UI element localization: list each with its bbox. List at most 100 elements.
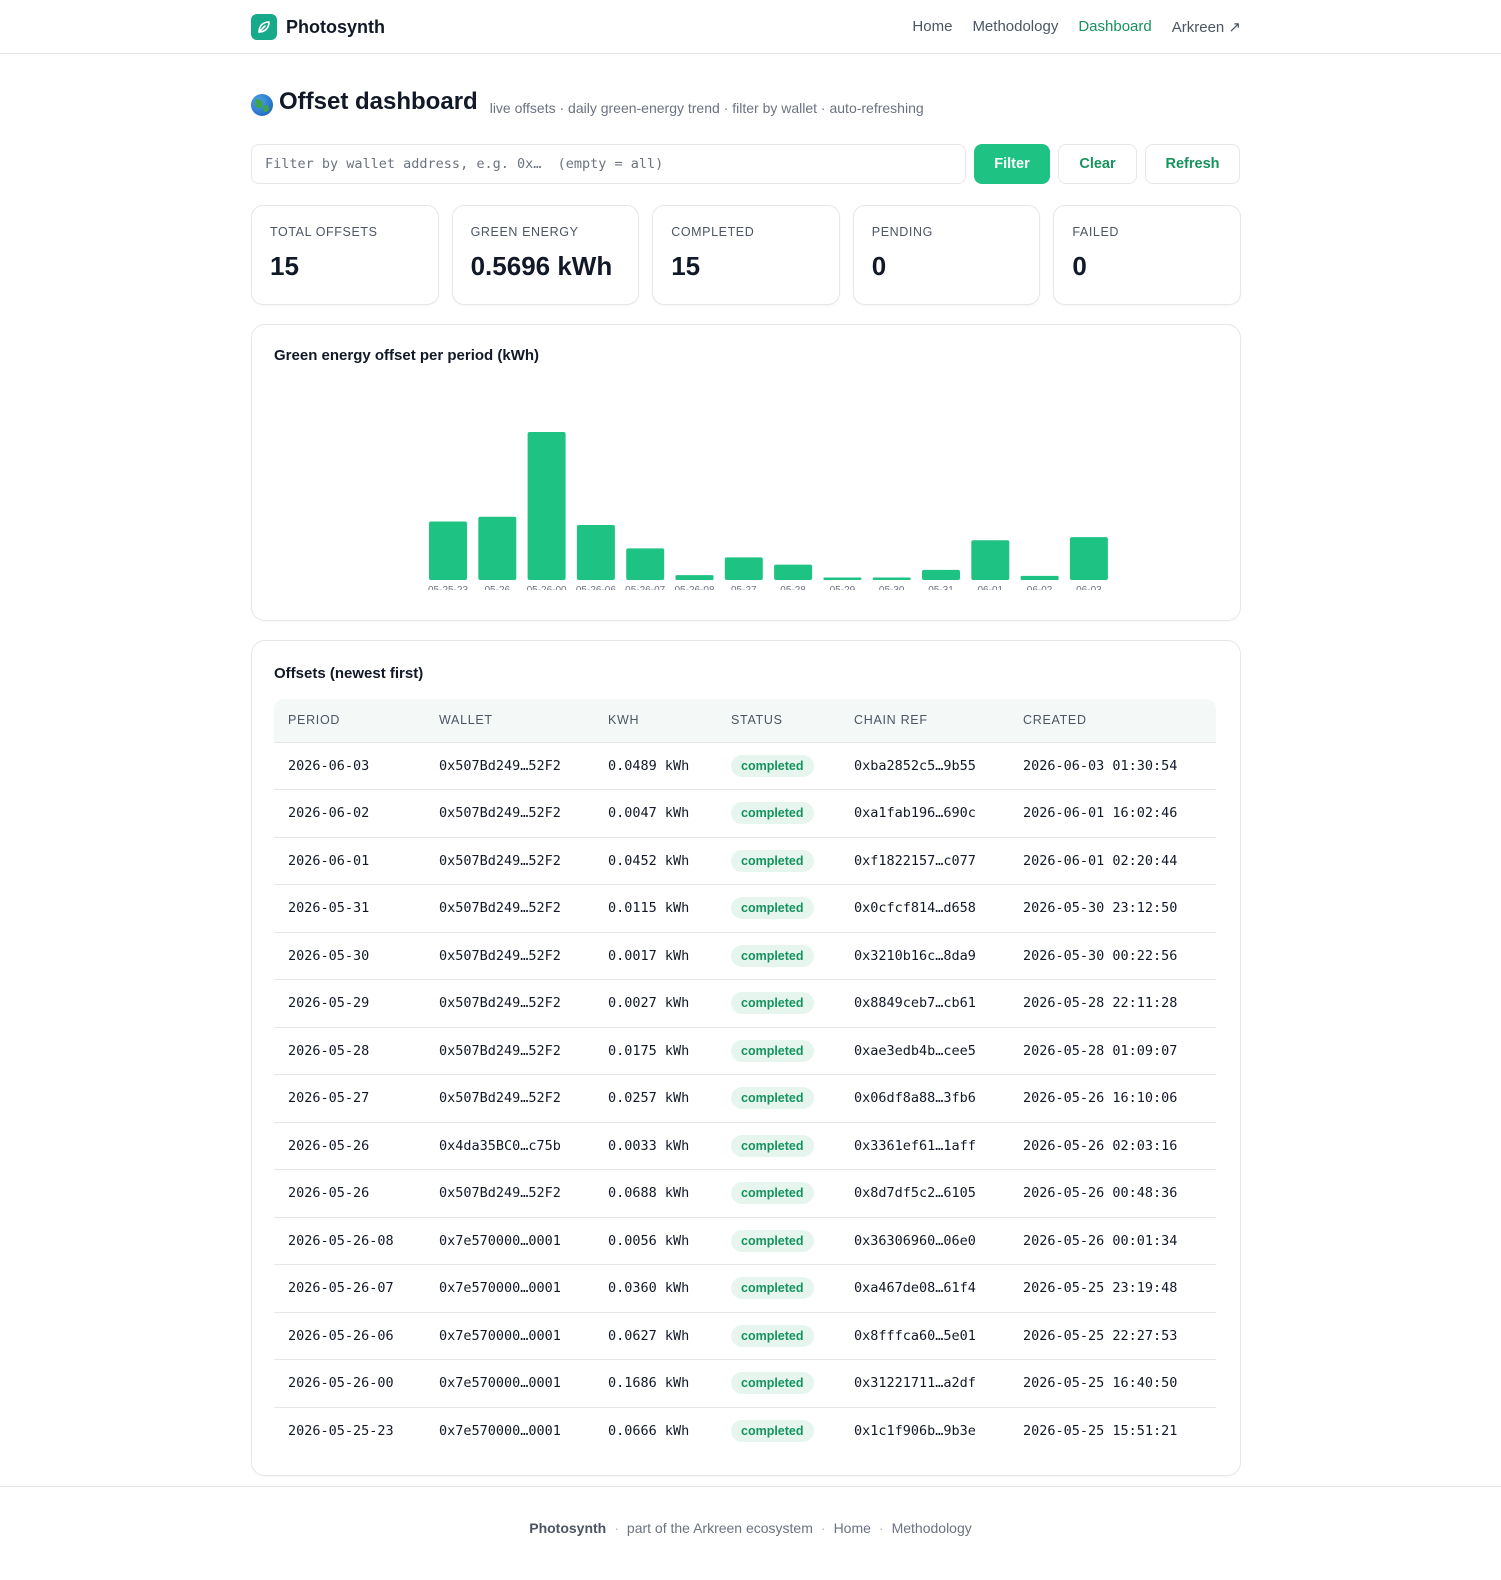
table-row: 2026-05-30 0x507Bd249…52F2 0.0017 kWh compl…	[274, 931, 1216, 980]
cell-chain-ref: 0x3210b16c…8da9	[840, 931, 1009, 980]
cell-status: completed	[717, 979, 840, 1027]
cell-status: completed	[717, 1406, 840, 1455]
nav-item-methodology[interactable]: Methodology	[972, 18, 1058, 36]
refresh-button[interactable]: Refresh	[1145, 144, 1240, 184]
stat-label: FAILED	[1072, 225, 1120, 239]
column-header-created: CREATED	[1023, 713, 1087, 728]
footer-brand: Photosynth	[529, 1520, 607, 1536]
table-header-row: PERIOD WALLET KWH STATUS CHAIN REF CREAT…	[274, 699, 1216, 742]
brand[interactable]: Photosynth	[251, 14, 385, 40]
cell-wallet: 0x507Bd249…52F2	[425, 741, 594, 790]
status-badge: completed	[731, 1134, 814, 1157]
chart-bar	[1020, 575, 1059, 580]
cell-chain-ref: 0xa467de08…61f4	[840, 1264, 1009, 1312]
cell-kwh: 0.0257 kWh	[594, 1074, 717, 1122]
chart-tick-label: 06-01	[978, 585, 1004, 590]
stat-value: 0	[871, 251, 887, 281]
cell-period: 2026-06-01	[274, 836, 425, 885]
cell-chain-ref: 0xba2852c5…9b55	[840, 741, 1009, 790]
stat-card-failed: FAILED 0	[1053, 205, 1241, 305]
cell-period: 2026-05-26-00	[274, 1359, 425, 1407]
footer-link-home[interactable]: Home	[834, 1520, 871, 1580]
chart-tick-label: 05-30	[879, 585, 905, 590]
filter-button[interactable]: Filter	[974, 144, 1050, 184]
cell-status: completed	[717, 741, 840, 790]
nav-item-dashboard[interactable]: Dashboard	[1078, 18, 1151, 36]
cell-created: 2026-06-01 16:02:46	[1009, 789, 1216, 837]
footer-tagline: part of the Arkreen ecosystem	[626, 1520, 813, 1536]
bar-chart: 05-25-23 05-26 05-26-00 05-26-06 05-26-07 05-…	[428, 432, 1108, 590]
cell-period: 2026-05-26-07	[274, 1264, 425, 1312]
table-row: 2026-06-01 0x507Bd249…52F2 0.0452 kWh compl…	[274, 836, 1216, 885]
status-badge: completed	[731, 1229, 814, 1252]
nav-item-arkreen[interactable]: Arkreen ↗	[1172, 18, 1241, 36]
chart-tick-label: 06-03	[1076, 585, 1102, 590]
cell-chain-ref: 0x31221711…a2df	[840, 1359, 1009, 1407]
cell-kwh: 0.0115 kWh	[594, 884, 717, 932]
cell-wallet: 0x507Bd249…52F2	[425, 1074, 594, 1122]
stat-label: COMPLETED	[671, 225, 755, 239]
cell-created: 2026-05-26 16:10:06	[1009, 1074, 1216, 1122]
chart-tick-label: 05-31	[928, 585, 954, 590]
cell-status: completed	[717, 1359, 840, 1407]
wallet-filter-input[interactable]	[251, 144, 966, 184]
cell-chain-ref: 0x36306960…06e0	[840, 1216, 1009, 1265]
cell-chain-ref: 0xa1fab196…690c	[840, 789, 1009, 837]
cell-wallet: 0x7e570000…0001	[425, 1359, 594, 1407]
clear-button[interactable]: Clear	[1058, 144, 1137, 184]
cell-wallet: 0x507Bd249…52F2	[425, 789, 594, 837]
table-row: 2026-05-27 0x507Bd249…52F2 0.0257 kWh compl…	[274, 1074, 1216, 1122]
top-nav-bar: Photosynth Home Methodology Dashboard Ar…	[0, 0, 1501, 54]
status-badge: completed	[731, 1182, 814, 1205]
chart-bar	[724, 557, 763, 580]
footer-separator: ·	[614, 1520, 619, 1536]
cell-created: 2026-05-26 00:48:36	[1009, 1169, 1216, 1217]
main-nav: Home Methodology Dashboard Arkreen ↗	[912, 18, 1241, 36]
page-title-wrap: Offset dashboard	[251, 88, 478, 116]
status-badge: completed	[731, 1372, 814, 1395]
nav-item-home[interactable]: Home	[912, 18, 952, 36]
table-row: 2026-05-26 0x507Bd249…52F2 0.0688 kWh compl…	[274, 1169, 1216, 1217]
chart-tick-label: 05-26-08	[674, 585, 714, 590]
offsets-table-card: Offsets (newest first) PERIOD WALLET KWH…	[251, 640, 1241, 1476]
table-row: 2026-05-28 0x507Bd249…52F2 0.0175 kWh compl…	[274, 1026, 1216, 1075]
table-row: 2026-05-26 0x4da35BC0…c75b 0.0033 kWh compl…	[274, 1121, 1216, 1170]
table-row: 2026-05-26-07 0x7e570000…0001 0.0360 kWh co…	[274, 1264, 1216, 1312]
status-badge: completed	[731, 1420, 814, 1442]
footer: Photosynth · part of the Arkreen ecosyst…	[0, 1486, 1501, 1580]
cell-wallet: 0x507Bd249…52F2	[425, 1169, 594, 1217]
cell-chain-ref: 0x0cfcf814…d658	[840, 884, 1009, 932]
cell-status: completed	[717, 931, 840, 980]
cell-created: 2026-06-03 01:30:54	[1009, 741, 1216, 790]
cell-wallet: 0x507Bd249…52F2	[425, 931, 594, 980]
cell-kwh: 0.0360 kWh	[594, 1264, 717, 1312]
page-subtitle: live offsets · daily green-energy trend …	[489, 100, 924, 116]
cell-period: 2026-05-25-23	[274, 1406, 425, 1455]
chart-bar	[1069, 537, 1108, 580]
cell-wallet: 0x7e570000…0001	[425, 1216, 594, 1265]
cell-period: 2026-05-27	[274, 1074, 425, 1122]
cell-kwh: 0.0688 kWh	[594, 1169, 717, 1217]
column-header-wallet: WALLET	[439, 713, 493, 728]
stat-value: 15	[270, 251, 299, 281]
cell-wallet: 0x507Bd249…52F2	[425, 979, 594, 1027]
offsets-table: PERIOD WALLET KWH STATUS CHAIN REF CREAT…	[274, 699, 1216, 1455]
cell-period: 2026-05-26	[274, 1121, 425, 1170]
cell-kwh: 0.0666 kWh	[594, 1406, 717, 1455]
chart-bar	[971, 540, 1010, 580]
chart-bar	[872, 577, 911, 580]
cell-chain-ref: 0x8fffca60…5e01	[840, 1311, 1009, 1360]
footer-link-methodology[interactable]: Methodology	[892, 1520, 972, 1580]
cell-period: 2026-05-28	[274, 1026, 425, 1075]
cell-kwh: 0.0056 kWh	[594, 1216, 717, 1265]
chart-tick-label: 05-26	[485, 585, 511, 590]
cell-wallet: 0x507Bd249…52F2	[425, 836, 594, 885]
cell-status: completed	[717, 836, 840, 885]
cell-chain-ref: 0x1c1f906b…9b3e	[840, 1406, 1009, 1455]
chart-bar	[429, 521, 467, 580]
table-row: 2026-05-26-08 0x7e570000…0001 0.0056 kWh co…	[274, 1216, 1216, 1265]
column-header-chain-ref: CHAIN REF	[854, 713, 928, 728]
cell-created: 2026-05-25 15:51:21	[1009, 1406, 1216, 1455]
brand-name: Photosynth	[286, 16, 385, 37]
column-header-kwh: KWH	[608, 713, 640, 728]
